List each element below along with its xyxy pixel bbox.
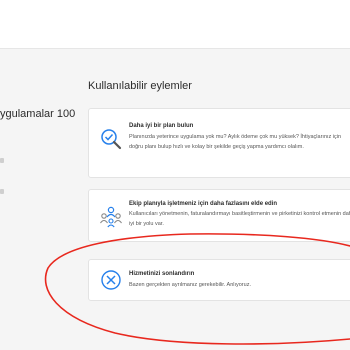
find-better-plan-card[interactable]: Daha iyi bir plan bulun Planınızda yeter…	[88, 108, 350, 178]
card-title: Daha iyi bir plan bulun	[129, 123, 194, 129]
cancel-x-icon	[99, 268, 123, 292]
card-title: Ekip planıyla işletmeniz için daha fazla…	[129, 201, 278, 207]
section-title: Kullanılabilir eylemler	[88, 80, 192, 92]
top-bar	[0, 0, 350, 49]
search-check-icon	[99, 127, 123, 151]
card-description: Kullanıcıları yönetmenin, faturalandırma…	[129, 211, 350, 227]
card-description: Planınızda yeterince uygulama yok mu? Ay…	[129, 134, 342, 150]
team-icon	[99, 204, 123, 228]
plan-title: ygulamalar 100	[0, 108, 76, 120]
sidebar-item-2[interactable]	[0, 189, 4, 194]
end-service-card[interactable]: Hizmetinizi sonlandırın Bazen gerçekten …	[88, 259, 350, 301]
team-plan-card[interactable]: Ekip planıyla işletmeniz için daha fazla…	[88, 189, 350, 242]
card-title: Hizmetinizi sonlandırın	[129, 271, 195, 277]
sidebar-item-1[interactable]	[0, 158, 4, 163]
card-description: Bazen gerçekten ayrılmanız gerekebilir. …	[129, 282, 251, 288]
